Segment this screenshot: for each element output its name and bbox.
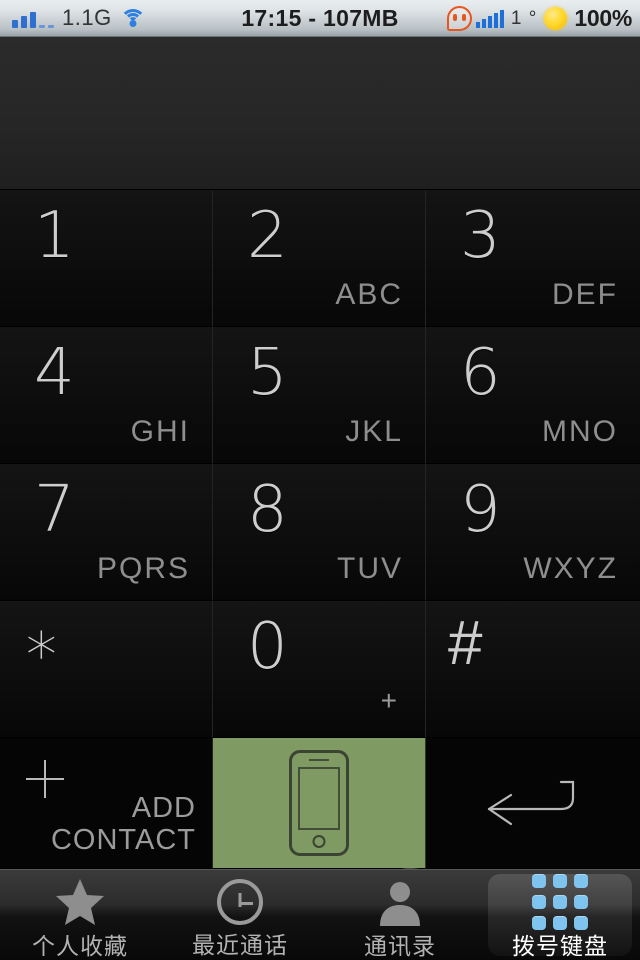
key-1-digit: 1 xyxy=(34,199,75,273)
clock-icon xyxy=(217,878,263,925)
tab-favorites[interactable]: 个人收藏 xyxy=(0,870,160,960)
key-7-digit: 7 xyxy=(34,473,75,547)
key-6-digit: 6 xyxy=(460,336,501,410)
temperature-label: 1 ° xyxy=(510,7,538,29)
tab-keypad[interactable]: 拨号键盘 xyxy=(480,870,640,960)
add-contact-button[interactable]: ADD CONTACT xyxy=(0,738,213,869)
sun-icon xyxy=(544,7,568,30)
key-2-letters: ABC xyxy=(335,278,403,311)
delete-button[interactable] xyxy=(426,738,640,869)
battery-percent-label: 100% xyxy=(574,5,632,31)
backspace-return-arrow-icon xyxy=(483,774,583,832)
key-3-letters: DEF xyxy=(552,278,618,311)
key-9-letters: WXYZ xyxy=(523,552,618,585)
key-4[interactable]: 4 GHI xyxy=(0,327,213,464)
star-icon xyxy=(54,878,106,926)
key-6[interactable]: 6 MNO xyxy=(426,327,640,464)
status-bar: 1.1G 17:15 - 107MB 1 ° 100% xyxy=(0,0,640,37)
qq-messenger-icon xyxy=(446,6,472,31)
keypad-row-3: 7 PQRS 8 TUV 9 WXYZ xyxy=(0,464,640,601)
tab-contacts-label: 通讯录 xyxy=(364,934,436,960)
key-6-letters: MNO xyxy=(542,415,618,448)
iphone-handset-icon xyxy=(289,750,349,856)
key-5-digit: 5 xyxy=(247,336,288,410)
key-8[interactable]: 8 TUV xyxy=(213,464,426,601)
keypad-row-1: 1 2 ABC 3 DEF xyxy=(0,190,640,327)
clock-memory-label: 17:15 - 107MB xyxy=(241,5,399,31)
key-5[interactable]: 5 JKL xyxy=(213,327,426,464)
key-1[interactable]: 1 xyxy=(0,190,213,327)
tab-favorites-label: 个人收藏 xyxy=(32,934,128,960)
key-0[interactable]: 0 + xyxy=(213,601,426,738)
key-hash[interactable]: # xyxy=(426,601,640,738)
phone-screen: 1.1G 17:15 - 107MB 1 ° 100% 1 2 ABC 3 DE… xyxy=(0,0,640,960)
keypad-dots-icon xyxy=(532,874,588,930)
tab-contacts[interactable]: 通讯录 xyxy=(320,870,480,960)
key-5-letters: JKL xyxy=(345,415,403,448)
key-star[interactable]: ∗ xyxy=(0,601,213,738)
dial-keypad: 1 2 ABC 3 DEF 4 GHI 5 JKL 6 MNO 7 PQRS 8… xyxy=(0,190,640,869)
key-star-glyph: ∗ xyxy=(22,609,61,678)
key-0-digit: 0 xyxy=(247,610,288,684)
key-9[interactable]: 9 WXYZ xyxy=(426,464,640,601)
signal-bars-icon xyxy=(12,8,54,28)
keypad-row-2: 4 GHI 5 JKL 6 MNO xyxy=(0,327,640,464)
key-9-digit: 9 xyxy=(460,473,501,547)
key-2[interactable]: 2 ABC xyxy=(213,190,426,327)
add-contact-line-2: CONTACT xyxy=(50,824,196,856)
person-icon xyxy=(376,878,424,926)
key-8-letters: TUV xyxy=(337,552,403,585)
keypad-row-4: ∗ 0 + # xyxy=(0,601,640,738)
key-7-letters: PQRS xyxy=(96,552,190,585)
key-7[interactable]: 7 PQRS xyxy=(0,464,213,601)
key-3[interactable]: 3 DEF xyxy=(426,190,640,327)
key-0-plus-label: + xyxy=(380,685,397,716)
status-bar-right: 1 ° 100% xyxy=(446,0,632,37)
key-2-digit: 2 xyxy=(247,199,288,273)
tab-recents-label: 最近通话 xyxy=(192,933,288,959)
status-bar-left: 1.1G xyxy=(12,5,146,31)
tab-recents[interactable]: 最近通话 xyxy=(160,870,320,960)
key-8-digit: 8 xyxy=(247,473,288,547)
key-3-digit: 3 xyxy=(460,199,501,273)
add-contact-line-1: ADD xyxy=(131,792,196,824)
signal-bars-icon-secondary xyxy=(475,9,504,28)
key-4-digit: 4 xyxy=(34,336,75,410)
number-display-area[interactable] xyxy=(0,37,640,190)
keypad-action-row: ADD CONTACT xyxy=(0,738,640,869)
key-hash-glyph: # xyxy=(448,609,483,678)
tab-keypad-label: 拨号键盘 xyxy=(512,934,608,960)
tab-bar: 个人收藏 最近通话 通讯录 拨号键盘 xyxy=(0,869,640,960)
key-4-letters: GHI xyxy=(130,415,190,448)
call-button[interactable] xyxy=(213,738,426,869)
add-contact-label: ADD CONTACT xyxy=(51,792,196,856)
wifi-icon xyxy=(119,8,146,28)
carrier-label: 1.1G xyxy=(62,5,112,30)
